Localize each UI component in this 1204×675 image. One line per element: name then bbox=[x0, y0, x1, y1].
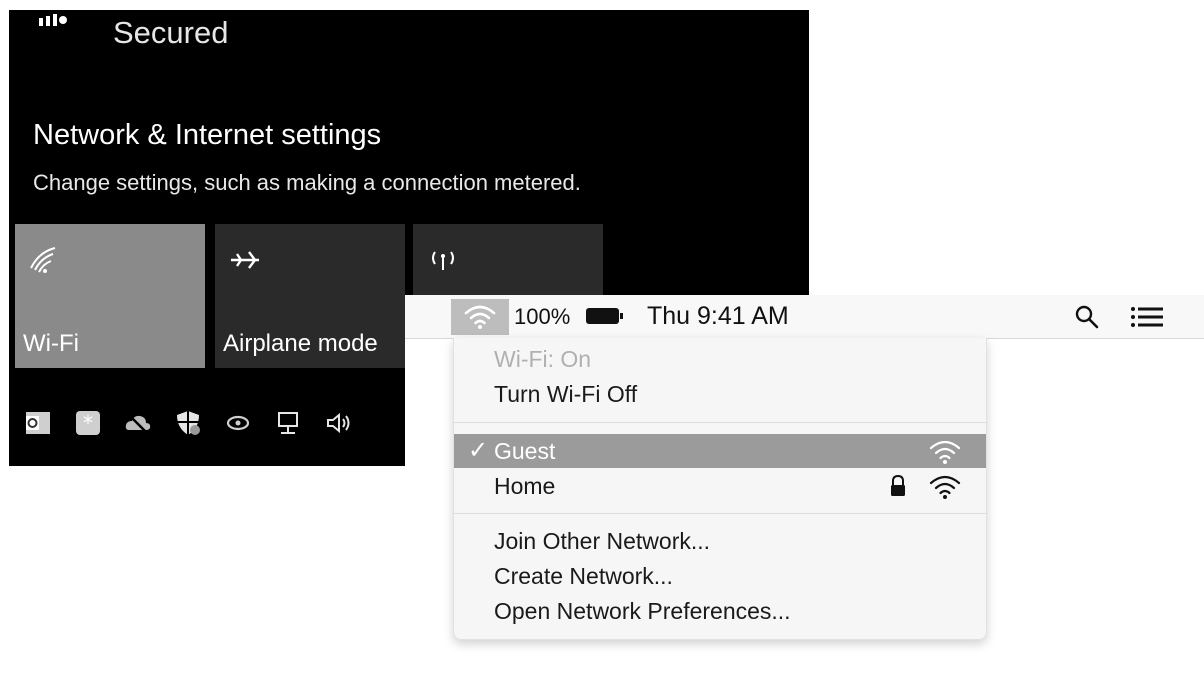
nvidia-icon[interactable] bbox=[223, 408, 253, 438]
network-settings-link[interactable]: Network & Internet settings bbox=[33, 119, 381, 152]
network-item-home[interactable]: Home bbox=[454, 469, 986, 503]
open-network-preferences-item[interactable]: Open Network Preferences... bbox=[454, 594, 986, 628]
menu-bar: 100% Thu 9:41 AM bbox=[405, 295, 1204, 339]
wifi-dropdown-menu: Wi-Fi: On Turn Wi-Fi Off ✓ Guest Home Jo… bbox=[453, 338, 987, 640]
network-settings-description: Change settings, such as making a connec… bbox=[33, 170, 581, 195]
wifi-tile[interactable]: Wi-Fi bbox=[15, 224, 205, 368]
battery-icon[interactable] bbox=[585, 306, 625, 326]
airplane-icon bbox=[231, 251, 259, 269]
wifi-icon bbox=[464, 305, 496, 329]
join-other-network-item[interactable]: Join Other Network... bbox=[454, 524, 986, 558]
asterisk-app-icon[interactable]: * bbox=[73, 408, 103, 438]
connection-status: Secured bbox=[113, 15, 229, 50]
airplane-mode-tile-label: Airplane mode bbox=[223, 330, 378, 357]
checkmark-icon: ✓ bbox=[468, 437, 489, 464]
menu-separator bbox=[454, 422, 986, 423]
network-item-guest[interactable]: ✓ Guest bbox=[454, 434, 986, 468]
security-shield-icon[interactable] bbox=[173, 408, 203, 438]
notification-list-icon[interactable] bbox=[1129, 304, 1165, 330]
airplane-mode-tile[interactable]: Airplane mode bbox=[215, 224, 405, 368]
menu-separator bbox=[454, 513, 986, 514]
system-tray: * bbox=[23, 402, 373, 444]
lock-icon bbox=[891, 474, 905, 496]
network-icon[interactable] bbox=[273, 408, 303, 438]
mobile-hotspot-icon bbox=[432, 251, 454, 270]
create-network-item[interactable]: Create Network... bbox=[454, 559, 986, 593]
macos-wifi-menu-area: 100% Thu 9:41 AM Wi-Fi: On Turn Wi-Fi Of… bbox=[405, 295, 1204, 675]
spotlight-search-icon[interactable] bbox=[1073, 303, 1101, 331]
turn-wifi-off-item[interactable]: Turn Wi-Fi Off bbox=[454, 377, 986, 411]
network-name: Home bbox=[494, 473, 556, 499]
battery-percentage: 100% bbox=[514, 304, 571, 329]
network-name: Guest bbox=[494, 438, 556, 464]
wifi-icon bbox=[30, 247, 56, 273]
cloud-offline-icon[interactable] bbox=[123, 408, 153, 438]
menubar-clock[interactable]: Thu 9:41 AM bbox=[647, 302, 789, 331]
outlook-icon[interactable] bbox=[23, 408, 53, 438]
svg-text:*: * bbox=[83, 411, 93, 435]
wifi-status-item: Wi-Fi: On bbox=[494, 346, 592, 372]
wifi-signal-icon bbox=[39, 14, 67, 26]
volume-icon[interactable] bbox=[323, 408, 353, 438]
wifi-signal-icon bbox=[929, 440, 961, 464]
wifi-menu-extra[interactable] bbox=[451, 299, 509, 335]
wifi-signal-icon bbox=[929, 475, 961, 499]
wifi-tile-label: Wi-Fi bbox=[23, 330, 79, 357]
